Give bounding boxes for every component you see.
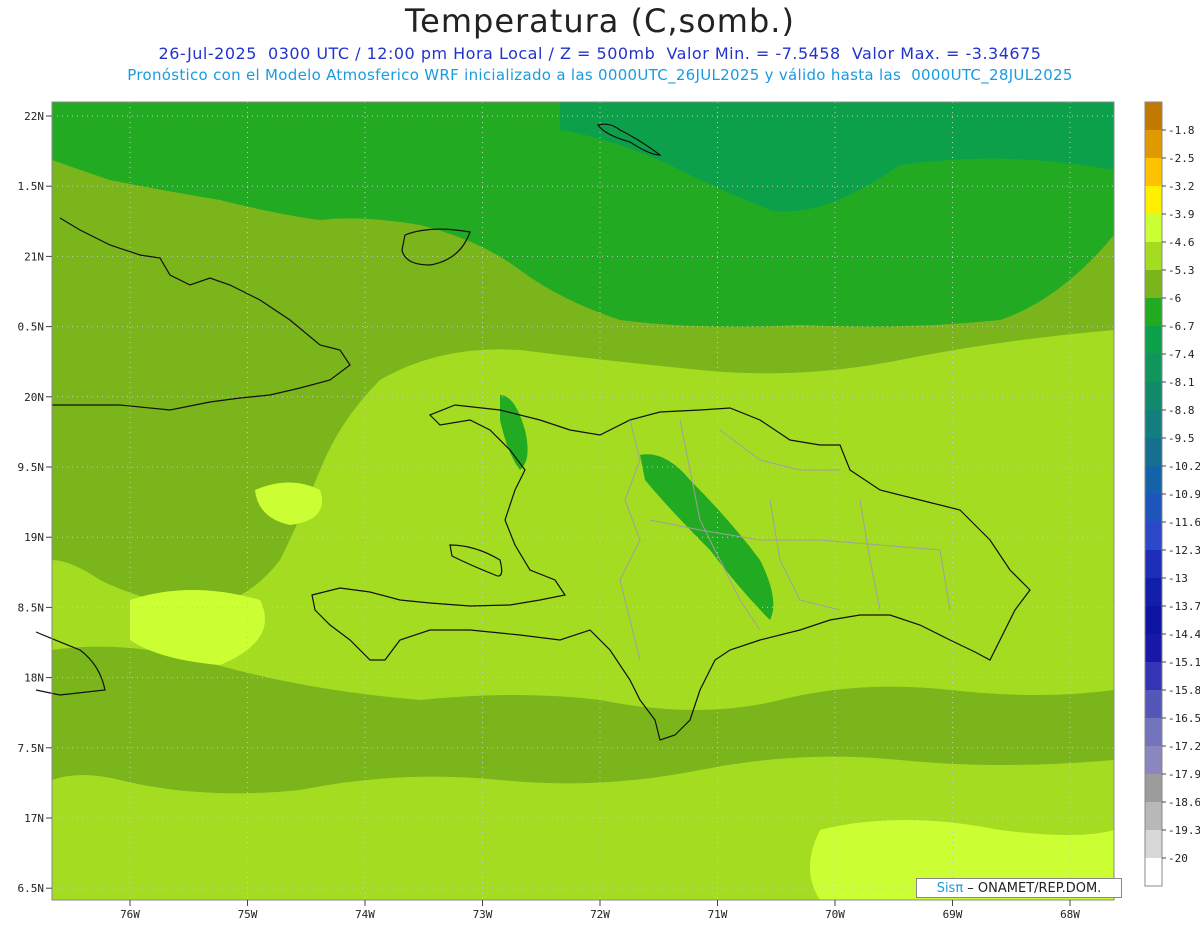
colorbar-swatch [1145,270,1162,298]
lat-tick-label: 17N [24,812,44,825]
lat-tick-label: 7.5N [18,742,45,755]
colorbar-swatch [1145,410,1162,438]
colorbar-swatch [1145,158,1162,186]
colorbar-swatch [1145,326,1162,354]
colorbar-label: -19.3 [1168,824,1200,837]
colorbar-label: -4.6 [1168,236,1195,249]
temperature-map: 22N 1.5N 21N 0.5N 20N 9.5N 19N 8.5N 18N 7.5N 17N 6.… [18,101,1200,921]
lat-tick-label: 18N [24,672,44,685]
colorbar-label: -10.2 [1168,460,1200,473]
colorbar-label: -20 [1168,852,1188,865]
colorbar-label: -13.7 [1168,600,1200,613]
colorbar-swatch [1145,746,1162,774]
colorbar-label: -18.6 [1168,796,1200,809]
colorbar-label: -12.3 [1168,544,1200,557]
lon-tick-label: 69W [943,908,963,921]
colorbar-swatch [1145,578,1162,606]
lon-tick-label: 76W [120,908,140,921]
colorbar-label: -2.5 [1168,152,1195,165]
colorbar-label: -14.4 [1168,628,1200,641]
colorbar-swatch [1145,130,1162,158]
lat-tick-label: 1.5N [18,180,45,193]
lon-tick-label: 71W [708,908,728,921]
colorbar-swatch [1145,186,1162,214]
lon-tick-label: 74W [355,908,375,921]
credit-brand: Sisπ [936,881,964,896]
colorbar-swatch [1145,718,1162,746]
lon-tick-label: 72W [590,908,610,921]
lat-tick-label: 22N [24,110,44,123]
colorbar-label: -5.3 [1168,264,1195,277]
lat-tick-label: 8.5N [18,601,45,614]
colorbar-swatch [1145,382,1162,410]
colorbar-label: -15.1 [1168,656,1200,669]
colorbar-label: -9.5 [1168,432,1195,445]
colorbar-label: -13 [1168,572,1188,585]
colorbar-swatch [1145,466,1162,494]
colorbar-swatch [1145,298,1162,326]
colorbar-label: -7.4 [1168,348,1195,361]
lat-tick-label: 9.5N [18,461,45,474]
colorbar-swatch [1145,606,1162,634]
lat-tick-label: 20N [24,391,44,404]
colorbar-swatch [1145,802,1162,830]
lon-tick-label: 68W [1060,908,1080,921]
colorbar-label: -6.7 [1168,320,1195,333]
lon-tick-label: 75W [238,908,258,921]
colorbar: -1.8 -2.5 -3.2 -3.9 -4.6 -5.3 -6 -6.7 -7.4 -8.1 -8… [1144,101,1200,887]
colorbar-label: -3.9 [1168,208,1195,221]
colorbar-label: -15.8 [1168,684,1200,697]
colorbar-label: -16.5 [1168,712,1200,725]
colorbar-label: -1.8 [1168,124,1195,137]
colorbar-label: -8.1 [1168,376,1195,389]
colorbar-swatch [1145,242,1162,270]
colorbar-label: -11.6 [1168,516,1200,529]
credit-text: – ONAMET/REP.DOM. [963,881,1102,896]
colorbar-label: -17.9 [1168,768,1200,781]
colorbar-swatch [1145,634,1162,662]
colorbar-swatch [1145,690,1162,718]
lon-tick-label: 73W [473,908,493,921]
colorbar-label: -8.8 [1168,404,1195,417]
colorbar-swatch [1145,830,1162,858]
credit-box: Sisπ – ONAMET/REP.DOM. [916,878,1122,898]
colorbar-swatch [1145,858,1162,886]
colorbar-swatch [1145,550,1162,578]
lat-tick-label: 19N [24,531,44,544]
latitude-axis: 22N 1.5N 21N 0.5N 20N 9.5N 19N 8.5N 18N 7.5N 17N 6.… [18,110,52,895]
longitude-axis: 76W 75W 74W 73W 72W 71W 70W 69W 68W [120,900,1080,921]
lat-tick-label: 6.5N [18,882,45,895]
lon-tick-label: 70W [825,908,845,921]
temperature-field [52,102,1114,900]
lat-tick-label: 0.5N [18,321,45,334]
colorbar-label: -10.9 [1168,488,1200,501]
colorbar-swatch [1145,102,1162,130]
colorbar-label: -17.2 [1168,740,1200,753]
colorbar-label: -3.2 [1168,180,1195,193]
colorbar-swatch [1145,438,1162,466]
colorbar-swatch [1145,354,1162,382]
colorbar-swatch [1145,774,1162,802]
colorbar-swatch [1145,214,1162,242]
colorbar-label: -6 [1168,292,1181,305]
colorbar-swatch [1145,662,1162,690]
lat-tick-label: 21N [24,250,44,263]
colorbar-swatch [1145,494,1162,522]
colorbar-swatch [1145,522,1162,550]
